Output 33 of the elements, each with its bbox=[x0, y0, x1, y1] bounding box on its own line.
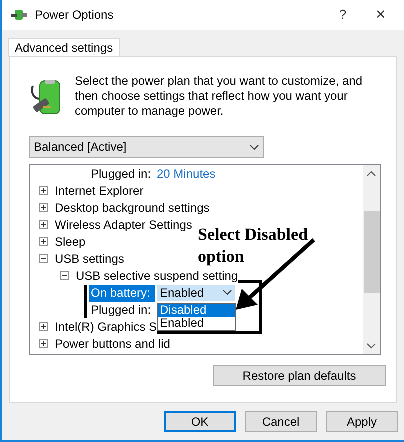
setting-label[interactable]: Plugged in: bbox=[89, 165, 155, 182]
chevron-icon bbox=[250, 144, 259, 150]
annotation-text: Select Disabled option bbox=[198, 224, 310, 268]
scroll-up-icon[interactable] bbox=[367, 171, 376, 177]
help-button[interactable]: ? bbox=[328, 0, 358, 30]
expand-icon[interactable] bbox=[39, 339, 48, 348]
plan-dropdown[interactable]: Balanced [Active] bbox=[29, 136, 264, 158]
dialog-button[interactable]: Apply bbox=[326, 411, 398, 432]
setting-label[interactable]: Plugged in: bbox=[89, 300, 155, 318]
dropdown-option[interactable]: Disabled bbox=[158, 304, 235, 317]
dropdown-option[interactable]: Enabled bbox=[158, 317, 235, 330]
value-dropdown[interactable]: Enabled bbox=[157, 284, 235, 301]
expand-icon[interactable] bbox=[39, 186, 48, 195]
scrollbar[interactable] bbox=[363, 165, 380, 354]
setting-value[interactable]: 20 Minutes bbox=[157, 165, 216, 182]
dialog-button[interactable]: Cancel bbox=[245, 411, 317, 432]
tab[interactable]: Advanced settings bbox=[8, 38, 120, 57]
expand-icon[interactable] bbox=[39, 220, 48, 229]
expand-icon[interactable] bbox=[39, 237, 48, 246]
close-button[interactable]: × bbox=[358, 0, 404, 30]
battery-plug-icon bbox=[10, 8, 28, 22]
scroll-down-icon[interactable] bbox=[367, 343, 376, 349]
collapse-icon[interactable] bbox=[39, 254, 48, 263]
description-text: Select the power plan that you want to customize, and then choose settings that reflect how you want your computer to manage power. bbox=[75, 74, 364, 119]
collapse-icon[interactable] bbox=[60, 271, 69, 280]
tree-item[interactable]: Intel(R) Graphics S bbox=[55, 318, 158, 336]
scroll-thumb[interactable] bbox=[364, 211, 380, 293]
dialog-button[interactable]: OK bbox=[164, 411, 236, 432]
expand-icon[interactable] bbox=[39, 203, 48, 212]
window-title: Power Options bbox=[35, 7, 114, 24]
restore-defaults-button[interactable]: Restore plan defaults bbox=[213, 365, 386, 386]
expand-icon[interactable] bbox=[39, 322, 48, 331]
chevron-icon bbox=[223, 290, 232, 295]
